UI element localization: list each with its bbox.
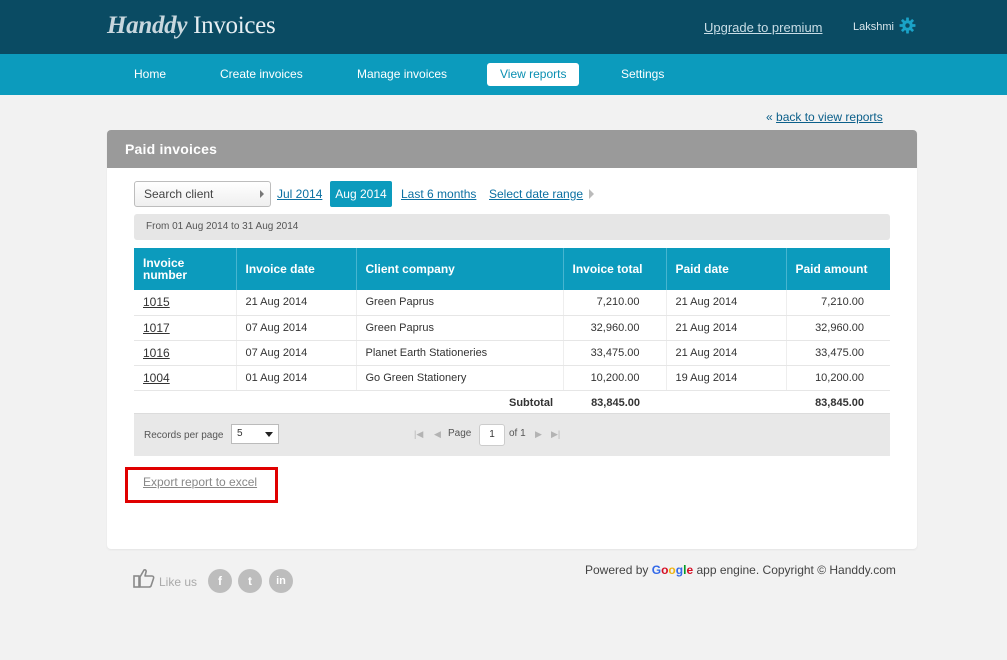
subtotal-row: Subtotal 83,845.00 83,845.00	[134, 390, 890, 415]
first-page-icon[interactable]: |◀	[414, 429, 423, 440]
empty-cell	[236, 390, 356, 415]
page-of-label: of 1	[509, 428, 526, 439]
logo-product-text: Invoices	[193, 12, 276, 39]
table-row: 1015 21 Aug 2014 Green Paprus 7,210.00 2…	[134, 290, 890, 316]
filter-last-6-months[interactable]: Last 6 months	[401, 187, 476, 201]
google-letter: G	[651, 563, 662, 577]
main-nav: Home Create invoices Manage invoices Vie…	[0, 54, 1007, 95]
invoice-number-link[interactable]: 1016	[134, 340, 237, 366]
google-letter: g	[675, 563, 684, 577]
empty-cell	[666, 390, 786, 415]
date-range-label: From 01 Aug 2014 to 31 Aug 2014	[134, 214, 890, 240]
google-letter: o	[668, 563, 676, 577]
thumbs-up-icon[interactable]	[133, 568, 155, 588]
paid-date-cell: 21 Aug 2014	[666, 290, 787, 316]
invoice-total-cell: 7,210.00	[563, 290, 667, 316]
table-row: 1016 07 Aug 2014 Planet Earth Stationeri…	[134, 340, 890, 366]
records-per-page-value: 5	[237, 428, 243, 439]
col-paid-amount[interactable]: Paid amount	[786, 248, 890, 290]
invoices-table: Invoice number Invoice date Client compa…	[134, 248, 890, 415]
upgrade-to-premium-link[interactable]: Upgrade to premium	[704, 20, 823, 35]
nav-manage-invoices[interactable]: Manage invoices	[344, 63, 460, 86]
client-company-cell: Green Paprus	[356, 290, 564, 316]
paid-date-cell: 19 Aug 2014	[666, 365, 787, 391]
back-link-label: back to view reports	[776, 110, 883, 124]
filter-aug-2014[interactable]: Aug 2014	[330, 181, 392, 207]
paid-amount-cell: 7,210.00	[786, 290, 890, 316]
linkedin-icon[interactable]: in	[269, 569, 293, 593]
subtotal-paid-amount: 83,845.00	[815, 396, 864, 409]
invoice-total-cell: 32,960.00	[563, 315, 667, 341]
last-page-icon[interactable]: ▶|	[551, 429, 560, 440]
caret-down-icon	[265, 432, 273, 437]
google-letter: e	[686, 563, 694, 577]
col-client-company[interactable]: Client company	[356, 248, 564, 290]
google-logo: Google	[652, 563, 693, 577]
table-pager: Records per page 5 |◀ ◀ Page 1 of 1 ▶ ▶|	[134, 413, 890, 456]
chevron-right-icon	[589, 189, 594, 199]
app-logo[interactable]: Handdy Invoices	[107, 12, 276, 40]
search-client-placeholder: Search client	[144, 187, 214, 201]
invoice-number-link[interactable]: 1004	[134, 365, 237, 391]
nav-settings[interactable]: Settings	[608, 63, 677, 86]
invoice-total-cell: 10,200.00	[563, 365, 667, 391]
filter-select-date-range[interactable]: Select date range	[489, 187, 583, 201]
invoice-date-cell: 21 Aug 2014	[236, 290, 357, 316]
records-per-page-select[interactable]: 5	[231, 424, 279, 444]
double-arrow-left-icon: «	[766, 110, 773, 124]
invoice-total-cell: 33,475.00	[563, 340, 667, 366]
gear-icon[interactable]	[899, 17, 916, 34]
col-invoice-number-line2: number	[143, 268, 188, 282]
invoice-number-link[interactable]: 1017	[134, 315, 237, 341]
page-number-input[interactable]: 1	[479, 424, 505, 446]
client-company-cell: Planet Earth Stationeries	[356, 340, 564, 366]
filter-jul-2014[interactable]: Jul 2014	[277, 187, 322, 201]
like-us-label: Like us	[159, 575, 198, 589]
records-per-page-label: Records per page	[144, 430, 224, 441]
paid-amount-cell: 32,960.00	[786, 315, 890, 341]
col-invoice-date[interactable]: Invoice date	[236, 248, 357, 290]
table-header-row: Invoice number Invoice date Client compa…	[134, 248, 890, 290]
next-page-icon[interactable]: ▶	[535, 429, 542, 440]
client-company-cell: Go Green Stationery	[356, 365, 564, 391]
powered-by-suffix: app engine. Copyright © Handdy.com	[696, 563, 896, 577]
chevron-right-icon	[260, 190, 264, 198]
col-invoice-total[interactable]: Invoice total	[563, 248, 667, 290]
invoice-number-link[interactable]: 1015	[134, 290, 237, 316]
back-to-view-reports-link[interactable]: « back to view reports	[766, 110, 883, 124]
client-company-cell: Green Paprus	[356, 315, 564, 341]
nav-home[interactable]: Home	[121, 63, 179, 86]
nav-create-invoices[interactable]: Create invoices	[207, 63, 316, 86]
user-name[interactable]: Lakshmi	[853, 21, 894, 33]
paid-date-cell: 21 Aug 2014	[666, 315, 787, 341]
top-bar: Handdy Invoices Upgrade to premium Laksh…	[0, 0, 1007, 54]
search-client-dropdown[interactable]: Search client	[134, 181, 271, 207]
paid-amount-cell: 10,200.00	[786, 365, 890, 391]
table-row: 1004 01 Aug 2014 Go Green Stationery 10,…	[134, 365, 890, 391]
facebook-icon[interactable]: f	[208, 569, 232, 593]
invoice-date-cell: 07 Aug 2014	[236, 315, 357, 341]
subtotal-label: Subtotal	[509, 396, 553, 409]
col-invoice-number[interactable]: Invoice number	[134, 248, 237, 290]
col-paid-date[interactable]: Paid date	[666, 248, 787, 290]
nav-view-reports[interactable]: View reports	[487, 63, 580, 86]
panel-title: Paid invoices	[107, 130, 917, 168]
subtotal-invoice-total: 83,845.00	[591, 396, 640, 409]
table-row: 1017 07 Aug 2014 Green Paprus 32,960.00 …	[134, 315, 890, 341]
page-label: Page	[448, 428, 472, 439]
powered-by-prefix: Powered by	[585, 563, 649, 577]
paid-amount-cell: 33,475.00	[786, 340, 890, 366]
export-report-to-excel-link[interactable]: Export report to excel	[143, 475, 257, 489]
logo-brand-text: Handdy	[107, 12, 188, 39]
prev-page-icon[interactable]: ◀	[434, 429, 441, 440]
twitter-icon[interactable]: t	[238, 569, 262, 593]
empty-cell	[134, 390, 236, 415]
paid-date-cell: 21 Aug 2014	[666, 340, 787, 366]
footer-powered-by: Powered by Google app engine. Copyright …	[585, 563, 896, 577]
invoice-date-cell: 01 Aug 2014	[236, 365, 357, 391]
invoice-date-cell: 07 Aug 2014	[236, 340, 357, 366]
